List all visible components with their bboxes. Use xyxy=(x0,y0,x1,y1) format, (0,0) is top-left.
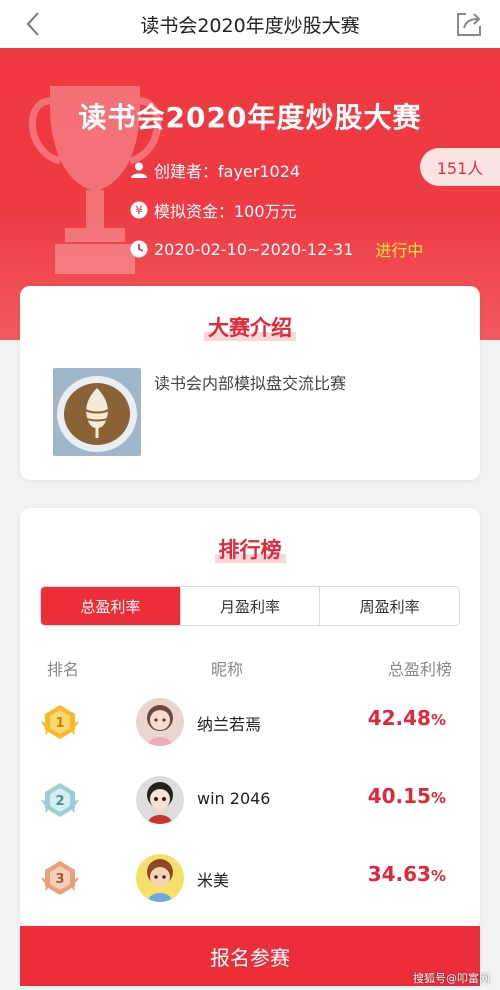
profit-rate: 42.48% xyxy=(368,706,446,730)
profit-value: 34.63 xyxy=(367,862,431,886)
svg-text:¥: ¥ xyxy=(135,204,143,218)
contest-cover-image xyxy=(53,368,141,456)
leaderboard-heading-text: 排行榜 xyxy=(214,534,286,564)
bronze-medal-icon: 3 xyxy=(41,861,79,895)
leaderboard-heading: 排行榜 xyxy=(20,534,480,564)
profit-unit: % xyxy=(430,711,446,729)
silver-medal-icon: 2 xyxy=(41,783,79,817)
page-title: 读书会2020年度炒股大赛 xyxy=(140,14,360,37)
intro-card: 大赛介绍 读书会内部模拟盘交流比赛 xyxy=(20,286,480,480)
leaderboard-row[interactable]: 2 win 2046 40.15% xyxy=(20,770,480,830)
creator-text: 创建者：fayer1024 xyxy=(154,162,301,181)
rank-number: 1 xyxy=(55,716,64,731)
period-row: 2020-02-10~2020-12-31 进行中 xyxy=(130,237,423,261)
avatar xyxy=(136,854,184,902)
profit-value: 42.48 xyxy=(367,706,431,730)
user-icon xyxy=(131,162,147,178)
nickname-column-header: 昵称 xyxy=(211,660,244,679)
profit-rate: 40.15% xyxy=(368,784,446,808)
player-name: 米美 xyxy=(197,871,230,890)
leaderboard-card: 排行榜 总盈利率 月盈利率 周盈利率 排名 昵称 总盈利榜 1 纳兰若焉 42.… xyxy=(20,508,480,928)
chevron-left-icon[interactable] xyxy=(22,10,46,38)
capital-text: 模拟资金：100万元 xyxy=(154,202,297,221)
player-name: 纳兰若焉 xyxy=(197,715,262,734)
capital-row: ¥ 模拟资金：100万元 xyxy=(130,198,297,222)
yen-icon: ¥ xyxy=(130,201,148,219)
leaderboard-row[interactable]: 1 纳兰若焉 42.48% xyxy=(20,692,480,752)
intro-heading: 大赛介绍 xyxy=(20,312,480,342)
contest-title: 读书会2020年度炒股大赛 xyxy=(78,101,422,134)
intro-heading-text: 大赛介绍 xyxy=(204,312,296,342)
avatar xyxy=(136,698,184,746)
player-name: win 2046 xyxy=(197,789,271,808)
tab-total-profit[interactable]: 总盈利率 xyxy=(41,587,181,625)
rank-column-header: 排名 xyxy=(47,660,80,679)
clock-icon xyxy=(130,240,148,258)
profit-unit: % xyxy=(430,789,446,807)
intro-description: 读书会内部模拟盘交流比赛 xyxy=(154,374,347,393)
nav-bar: 读书会2020年度炒股大赛 xyxy=(0,0,500,48)
period-text: 2020-02-10~2020-12-31 xyxy=(154,239,354,259)
avatar xyxy=(136,776,184,824)
participants-count[interactable]: 151人 xyxy=(420,148,500,186)
tab-monthly-profit[interactable]: 月盈利率 xyxy=(181,587,321,625)
profit-value: 40.15 xyxy=(367,784,431,808)
share-icon[interactable] xyxy=(454,9,484,39)
rank-number: 2 xyxy=(55,794,64,809)
gold-medal-icon: 1 xyxy=(41,705,79,739)
status-badge: 进行中 xyxy=(375,241,424,260)
leaderboard-tabs: 总盈利率 月盈利率 周盈利率 xyxy=(40,586,460,626)
profit-column-header: 总盈利榜 xyxy=(387,660,452,679)
rank-number: 3 xyxy=(55,872,64,887)
signup-button[interactable]: 报名参赛 xyxy=(20,926,480,986)
leaderboard-row[interactable]: 3 米美 34.63% xyxy=(20,848,480,908)
tab-weekly-profit[interactable]: 周盈利率 xyxy=(320,587,459,625)
creator-row: 创建者：fayer1024 xyxy=(130,158,300,182)
profit-rate: 34.63% xyxy=(368,862,446,886)
watermark: 搜狐号@叩富网 xyxy=(413,972,490,985)
profit-unit: % xyxy=(430,867,446,885)
